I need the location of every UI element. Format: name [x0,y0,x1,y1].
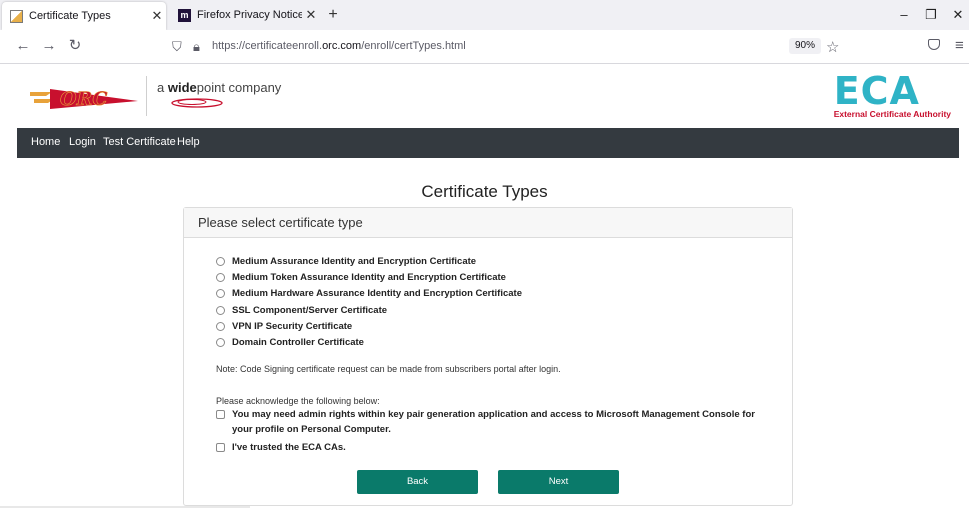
new-tab-button[interactable]: + [324,6,342,24]
nav-login[interactable]: Login [69,136,96,148]
bookmark-star-icon[interactable]: ☆ [826,38,839,56]
radio-button[interactable] [216,273,225,283]
nav-help[interactable]: Help [177,136,200,148]
option-label: SSL Component/Server Certificate [232,304,388,316]
ack-trusted-eca-label: I've trusted the ECA CAs. [232,442,346,453]
tab-certificate-types[interactable]: Certificate Types ✕ [2,2,166,30]
url-bar[interactable]: ⛉ 🔒︎ https://certificateenroll.orc.com/e… [160,35,850,59]
page-title: Certificate Types [421,182,548,201]
tab-label: Firefox Privacy Notice — Mozill [197,9,302,21]
option-medium-hardware-assurance[interactable]: Medium Hardware Assurance Identity and E… [216,287,522,300]
code-signing-note: Note: Code Signing certificate request c… [216,364,561,374]
next-button[interactable]: Next [498,470,619,494]
checkbox[interactable] [216,443,225,452]
radio-button[interactable] [216,337,225,347]
tab-close-icon[interactable]: ✕ [302,7,320,23]
certificate-options: Medium Assurance Identity and Encryption… [216,255,522,352]
acknowledge-label: Please acknowledge the following below: [216,396,380,406]
eca-logo-subtitle: External Certificate Authority [833,109,951,119]
tab-label: Certificate Types [29,10,111,22]
tracking-shield-icon[interactable]: ⛉ [172,39,182,55]
forward-arrow-icon[interactable]: → [40,38,58,54]
widepoint-tagline: a widepoint company [157,80,282,95]
back-button[interactable]: Back [357,470,478,494]
radio-button[interactable] [216,289,225,299]
zoom-level-badge[interactable]: 90% [789,38,822,54]
radio-button[interactable] [216,305,225,315]
option-domain-controller[interactable]: Domain Controller Certificate [216,336,522,349]
radio-button[interactable] [216,321,225,331]
tab-close-icon[interactable]: ✕ [148,8,166,24]
ack-admin-rights[interactable]: You may need admin rights within key pai… [216,407,761,437]
option-ssl-component-server[interactable]: SSL Component/Server Certificate [216,304,522,317]
eca-logo-text: ECA [833,69,920,113]
orc-logo[interactable]: ORC [30,79,140,113]
option-vpn-ip-security[interactable]: VPN IP Security Certificate [216,320,522,333]
mozilla-favicon-icon: m [178,8,191,22]
certificate-type-card: Please select certificate type Medium As… [183,207,793,506]
option-medium-token-assurance[interactable]: Medium Token Assurance Identity and Encr… [216,271,522,284]
browser-tab-strip: Certificate Types ✕ m Firefox Privacy No… [0,0,969,30]
bottom-divider [0,506,250,508]
svg-text:ORC: ORC [60,88,107,110]
nav-test-certificate[interactable]: Test Certificate [103,136,176,148]
certificate-favicon-icon [10,9,23,23]
radio-button[interactable] [216,257,225,266]
window-close-icon[interactable]: ✕ [951,7,965,23]
tab-firefox-privacy-notice[interactable]: m Firefox Privacy Notice — Mozill ✕ [170,0,320,30]
option-label: Medium Token Assurance Identity and Encr… [232,272,506,284]
site-nav-bar: Home Login Test Certificate Help [17,128,959,158]
checkbox[interactable] [216,410,225,419]
ack-admin-rights-label: You may need admin rights within key pai… [232,409,755,435]
hamburger-menu-icon[interactable]: ≡ [955,37,964,54]
minimize-icon[interactable]: – [897,7,911,22]
header-divider [146,76,147,116]
option-label: Medium Hardware Assurance Identity and E… [232,288,522,300]
site-header: ORC a widepoint company ECA External Cer… [0,64,969,128]
pocket-icon[interactable] [928,39,940,50]
option-label: Domain Controller Certificate [232,336,364,348]
url-text[interactable]: https://certificateenroll.orc.com/enroll… [212,40,466,52]
back-arrow-icon[interactable]: ← [14,38,32,54]
option-medium-assurance[interactable]: Medium Assurance Identity and Encryption… [216,255,522,268]
browser-nav-bar: ← → ↻ ⛉ 🔒︎ https://certificateenroll.orc… [0,30,969,64]
card-heading: Please select certificate type [184,208,792,238]
lock-icon[interactable]: 🔒︎ [193,39,200,55]
ack-trusted-eca[interactable]: I've trusted the ECA CAs. [216,440,346,455]
nav-home[interactable]: Home [31,136,60,148]
reload-icon[interactable]: ↻ [66,38,84,54]
restore-icon[interactable]: ❐ [924,7,938,23]
option-label: Medium Assurance Identity and Encryption… [232,256,477,267]
eca-logo[interactable]: ECA External Certificate Authority [833,69,951,119]
widepoint-swoosh-icon [171,98,223,108]
option-label: VPN IP Security Certificate [232,320,353,332]
